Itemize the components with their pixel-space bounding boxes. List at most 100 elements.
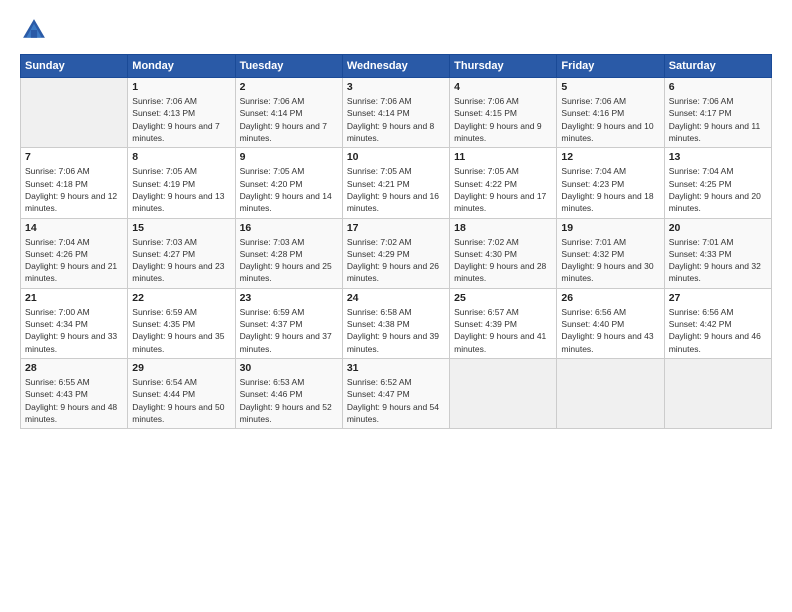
day-number: 5	[561, 81, 659, 93]
day-number: 18	[454, 222, 552, 234]
calendar-cell: 7 Sunrise: 7:06 AMSunset: 4:18 PMDaylight…	[21, 148, 128, 218]
day-info: Sunrise: 7:04 AMSunset: 4:23 PMDaylight:…	[561, 165, 659, 214]
day-number: 2	[240, 81, 338, 93]
calendar-cell	[21, 78, 128, 148]
calendar-cell: 17 Sunrise: 7:02 AMSunset: 4:29 PMDayligh…	[342, 218, 449, 288]
calendar-cell	[557, 359, 664, 429]
day-number: 10	[347, 151, 445, 163]
calendar-week-row: 14 Sunrise: 7:04 AMSunset: 4:26 PMDayligh…	[21, 218, 772, 288]
calendar-cell: 13 Sunrise: 7:04 AMSunset: 4:25 PMDayligh…	[664, 148, 771, 218]
day-info: Sunrise: 6:56 AMSunset: 4:42 PMDaylight:…	[669, 306, 767, 355]
day-number: 1	[132, 81, 230, 93]
day-info: Sunrise: 7:00 AMSunset: 4:34 PMDaylight:…	[25, 306, 123, 355]
day-number: 21	[25, 292, 123, 304]
day-info: Sunrise: 7:06 AMSunset: 4:15 PMDaylight:…	[454, 95, 552, 144]
weekday-header: Saturday	[664, 55, 771, 78]
day-info: Sunrise: 7:04 AMSunset: 4:25 PMDaylight:…	[669, 165, 767, 214]
calendar-cell: 23Sunrise: 6:59 AMSunset: 4:37 PMDayligh…	[235, 288, 342, 358]
day-number: 12	[561, 151, 659, 163]
calendar-body: 1Sunrise: 7:06 AMSunset: 4:13 PMDaylight…	[21, 78, 772, 429]
day-number: 9	[240, 151, 338, 163]
day-info: Sunrise: 7:06 AMSunset: 4:16 PMDaylight:…	[561, 95, 659, 144]
calendar-cell: 27 Sunrise: 6:56 AMSunset: 4:42 PMDayligh…	[664, 288, 771, 358]
logo	[20, 16, 52, 44]
day-number: 24	[347, 292, 445, 304]
day-info: Sunrise: 7:05 AMSunset: 4:19 PMDaylight:…	[132, 165, 230, 214]
day-number: 3	[347, 81, 445, 93]
calendar-cell: 3 Sunrise: 7:06 AMSunset: 4:14 PMDaylight…	[342, 78, 449, 148]
calendar-cell: 31 Sunrise: 6:52 AMSunset: 4:47 PMDayligh…	[342, 359, 449, 429]
weekday-header: Wednesday	[342, 55, 449, 78]
calendar-cell: 4 Sunrise: 7:06 AMSunset: 4:15 PMDaylight…	[450, 78, 557, 148]
header	[20, 16, 772, 44]
calendar-table: SundayMondayTuesdayWednesdayThursdayFrid…	[20, 54, 772, 429]
calendar-cell: 10 Sunrise: 7:05 AMSunset: 4:21 PMDayligh…	[342, 148, 449, 218]
day-number: 28	[25, 362, 123, 374]
weekday-header: Thursday	[450, 55, 557, 78]
calendar-week-row: 7 Sunrise: 7:06 AMSunset: 4:18 PMDaylight…	[21, 148, 772, 218]
day-number: 14	[25, 222, 123, 234]
day-info: Sunrise: 7:05 AMSunset: 4:20 PMDaylight:…	[240, 165, 338, 214]
calendar-cell: 22Sunrise: 6:59 AMSunset: 4:35 PMDayligh…	[128, 288, 235, 358]
calendar-header: SundayMondayTuesdayWednesdayThursdayFrid…	[21, 55, 772, 78]
day-number: 11	[454, 151, 552, 163]
day-info: Sunrise: 6:57 AMSunset: 4:39 PMDaylight:…	[454, 306, 552, 355]
day-info: Sunrise: 7:04 AMSunset: 4:26 PMDaylight:…	[25, 236, 123, 285]
day-number: 8	[132, 151, 230, 163]
calendar-cell: 6 Sunrise: 7:06 AMSunset: 4:17 PMDaylight…	[664, 78, 771, 148]
day-info: Sunrise: 7:02 AMSunset: 4:29 PMDaylight:…	[347, 236, 445, 285]
calendar-cell: 14 Sunrise: 7:04 AMSunset: 4:26 PMDayligh…	[21, 218, 128, 288]
day-number: 31	[347, 362, 445, 374]
day-info: Sunrise: 7:06 AMSunset: 4:17 PMDaylight:…	[669, 95, 767, 144]
day-info: Sunrise: 6:53 AMSunset: 4:46 PMDaylight:…	[240, 376, 338, 425]
calendar-week-row: 28 Sunrise: 6:55 AMSunset: 4:43 PMDayligh…	[21, 359, 772, 429]
weekday-header: Tuesday	[235, 55, 342, 78]
logo-icon	[20, 16, 48, 44]
weekday-header: Monday	[128, 55, 235, 78]
day-number: 25	[454, 292, 552, 304]
day-number: 29	[132, 362, 230, 374]
day-info: Sunrise: 7:06 AMSunset: 4:14 PMDaylight:…	[347, 95, 445, 144]
weekday-header: Friday	[557, 55, 664, 78]
calendar-cell: 21 Sunrise: 7:00 AMSunset: 4:34 PMDayligh…	[21, 288, 128, 358]
calendar-cell: 24Sunrise: 6:58 AMSunset: 4:38 PMDayligh…	[342, 288, 449, 358]
day-info: Sunrise: 7:01 AMSunset: 4:32 PMDaylight:…	[561, 236, 659, 285]
calendar-cell: 9 Sunrise: 7:05 AMSunset: 4:20 PMDaylight…	[235, 148, 342, 218]
calendar-cell: 12 Sunrise: 7:04 AMSunset: 4:23 PMDayligh…	[557, 148, 664, 218]
calendar-cell: 2Sunrise: 7:06 AMSunset: 4:14 PMDaylight…	[235, 78, 342, 148]
day-info: Sunrise: 7:03 AMSunset: 4:28 PMDaylight:…	[240, 236, 338, 285]
calendar-cell: 18 Sunrise: 7:02 AMSunset: 4:30 PMDayligh…	[450, 218, 557, 288]
weekday-header: Sunday	[21, 55, 128, 78]
calendar-cell	[664, 359, 771, 429]
calendar-cell: 15 Sunrise: 7:03 AMSunset: 4:27 PMDayligh…	[128, 218, 235, 288]
day-info: Sunrise: 7:05 AMSunset: 4:22 PMDaylight:…	[454, 165, 552, 214]
day-number: 13	[669, 151, 767, 163]
day-number: 27	[669, 292, 767, 304]
day-number: 6	[669, 81, 767, 93]
calendar-cell: 5 Sunrise: 7:06 AMSunset: 4:16 PMDaylight…	[557, 78, 664, 148]
day-number: 7	[25, 151, 123, 163]
day-info: Sunrise: 7:03 AMSunset: 4:27 PMDaylight:…	[132, 236, 230, 285]
day-info: Sunrise: 6:56 AMSunset: 4:40 PMDaylight:…	[561, 306, 659, 355]
day-info: Sunrise: 6:52 AMSunset: 4:47 PMDaylight:…	[347, 376, 445, 425]
day-number: 20	[669, 222, 767, 234]
page: SundayMondayTuesdayWednesdayThursdayFrid…	[0, 0, 792, 612]
day-number: 16	[240, 222, 338, 234]
day-info: Sunrise: 7:01 AMSunset: 4:33 PMDaylight:…	[669, 236, 767, 285]
calendar-cell: 8 Sunrise: 7:05 AMSunset: 4:19 PMDaylight…	[128, 148, 235, 218]
calendar-cell: 30 Sunrise: 6:53 AMSunset: 4:46 PMDayligh…	[235, 359, 342, 429]
calendar-week-row: 21 Sunrise: 7:00 AMSunset: 4:34 PMDayligh…	[21, 288, 772, 358]
day-info: Sunrise: 6:59 AMSunset: 4:37 PMDaylight:…	[240, 306, 338, 355]
calendar-cell	[450, 359, 557, 429]
day-info: Sunrise: 6:55 AMSunset: 4:43 PMDaylight:…	[25, 376, 123, 425]
day-number: 15	[132, 222, 230, 234]
day-info: Sunrise: 7:05 AMSunset: 4:21 PMDaylight:…	[347, 165, 445, 214]
day-info: Sunrise: 6:59 AMSunset: 4:35 PMDaylight:…	[132, 306, 230, 355]
day-number: 19	[561, 222, 659, 234]
calendar-cell: 1Sunrise: 7:06 AMSunset: 4:13 PMDaylight…	[128, 78, 235, 148]
day-number: 17	[347, 222, 445, 234]
day-info: Sunrise: 7:02 AMSunset: 4:30 PMDaylight:…	[454, 236, 552, 285]
day-number: 4	[454, 81, 552, 93]
day-info: Sunrise: 7:06 AMSunset: 4:18 PMDaylight:…	[25, 165, 123, 214]
day-number: 30	[240, 362, 338, 374]
